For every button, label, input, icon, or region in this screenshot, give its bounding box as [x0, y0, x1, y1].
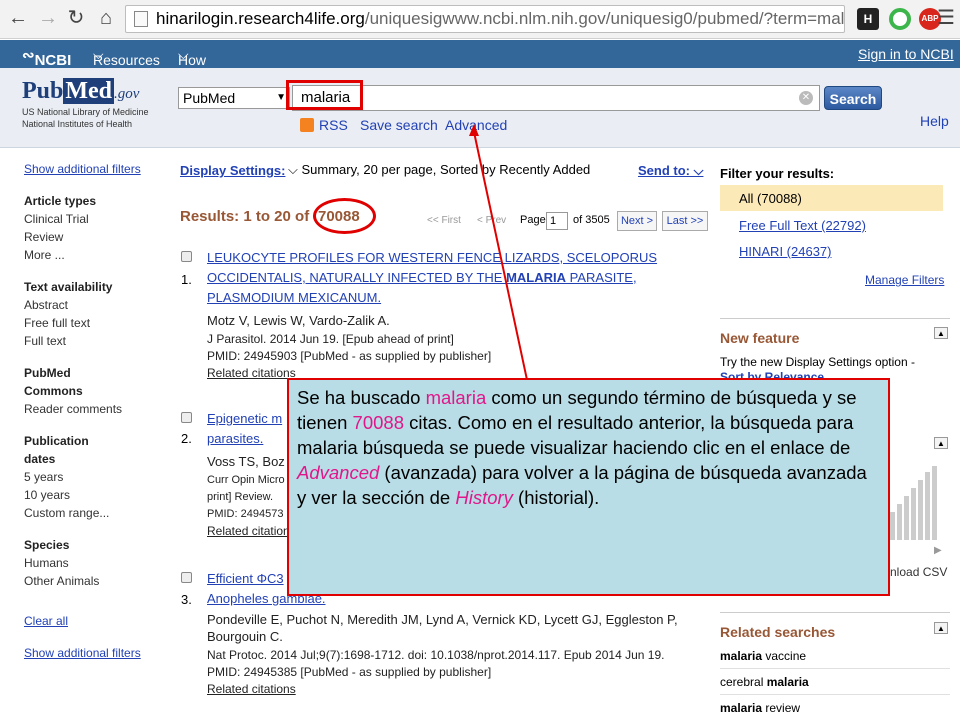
- annotation-arrow: [469, 124, 549, 479]
- annotation-note: Se ha buscado malaria como un segundo té…: [287, 378, 890, 596]
